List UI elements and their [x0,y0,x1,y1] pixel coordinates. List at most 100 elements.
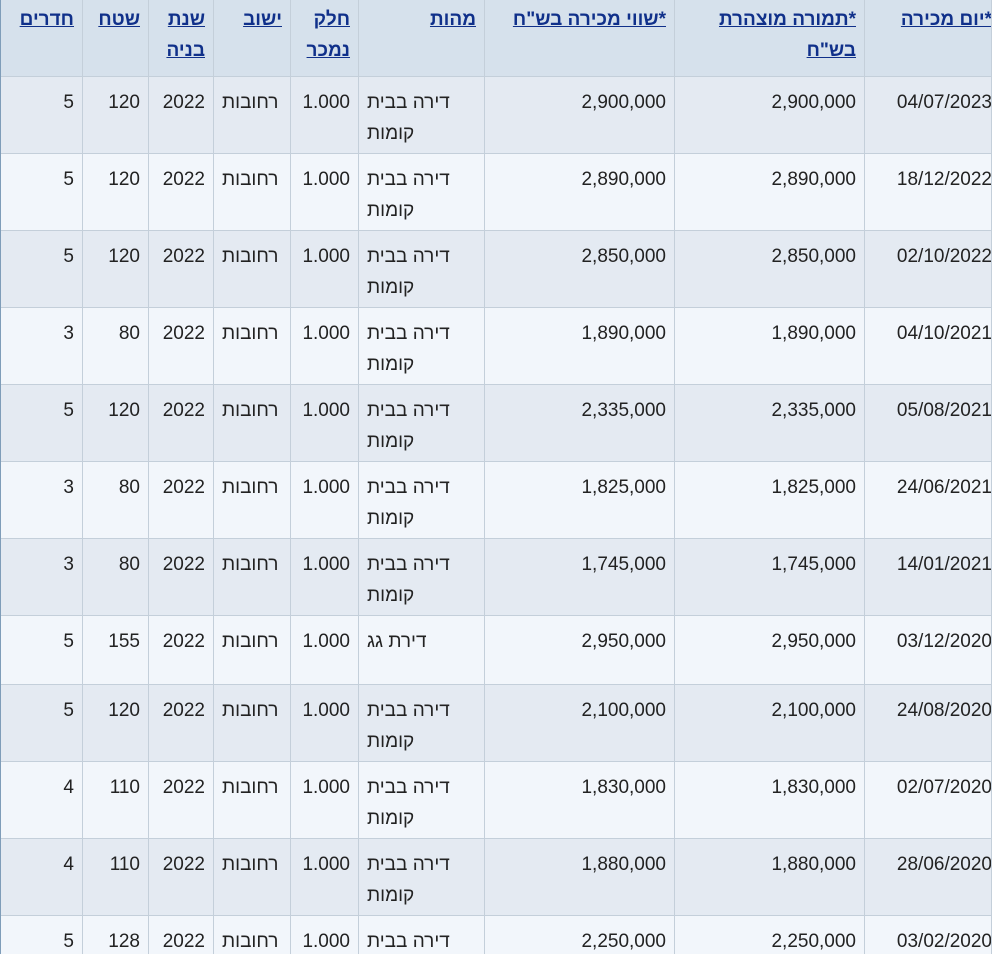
header-rooms[interactable]: חדרים [1,0,83,77]
table-row[interactable]: 18/12/2022 2,890,000 2,890,000 דירה בבית קו… [1,153,992,231]
build-year-cell: 2022 [148,461,214,539]
sale-value-cell: 2,335,000 [484,384,675,462]
property-type-cell: דירה בבית קומות [358,538,485,616]
header-part-sold[interactable]: חלק נמכר [290,0,359,77]
table-row[interactable]: 24/06/2021 1,825,000 1,825,000 דירה בבית קו… [1,461,992,539]
table-row[interactable]: 14/01/2021 1,745,000 1,745,000 דירה בבית קו… [1,538,992,616]
area-cell: 120 [82,153,149,231]
property-type-cell: דירה בבית קומות [358,153,485,231]
rooms-cell: 3 [1,461,83,539]
part-sold-cell: 1.000 [290,838,359,916]
part-sold-cell: 1.000 [290,615,359,685]
header-area[interactable]: שטח [82,0,149,77]
header-property-type[interactable]: מהות [358,0,485,77]
property-type-cell: דירה בבית קומות [358,461,485,539]
part-sold-cell: 1.000 [290,461,359,539]
table-row[interactable]: 04/07/2023 2,900,000 2,900,000 דירה בבית קו… [1,76,992,154]
table-row[interactable]: 28/06/2020 1,880,000 1,880,000 דירה בבית קו… [1,838,992,916]
rooms-cell: 5 [1,230,83,308]
table-row[interactable]: 02/07/2020 1,830,000 1,830,000 דירה בבית קו… [1,761,992,839]
build-year-cell: 2022 [148,230,214,308]
sale-date-cell: 05/08/2021 [864,384,992,462]
property-type-cell: דירה בבית קומות [358,761,485,839]
table-row[interactable]: 02/10/2022 2,850,000 2,850,000 דירה בבית קו… [1,230,992,308]
sale-value-cell: 1,890,000 [484,307,675,385]
declared-price-cell: 2,900,000 [674,76,865,154]
table-row[interactable]: 24/08/2020 2,100,000 2,100,000 דירה בבית קו… [1,684,992,762]
area-cell: 128 [82,915,149,954]
city-cell: רחובות [213,915,291,954]
build-year-cell: 2022 [148,684,214,762]
sale-value-cell: 1,745,000 [484,538,675,616]
declared-price-cell: 2,335,000 [674,384,865,462]
area-cell: 110 [82,761,149,839]
sale-date-cell: 02/10/2022 [864,230,992,308]
area-cell: 80 [82,538,149,616]
declared-price-cell: 1,745,000 [674,538,865,616]
sale-date-cell: 04/07/2023 [864,76,992,154]
build-year-cell: 2022 [148,915,214,954]
table-row[interactable]: 05/08/2021 2,335,000 2,335,000 דירה בבית קו… [1,384,992,462]
area-cell: 120 [82,76,149,154]
build-year-cell: 2022 [148,761,214,839]
city-cell: רחובות [213,307,291,385]
city-cell: רחובות [213,76,291,154]
property-type-cell: דירה בבית קומות [358,230,485,308]
table-row[interactable]: 03/12/2020 2,950,000 2,950,000 דירת גג 1.000… [1,615,992,685]
part-sold-cell: 1.000 [290,307,359,385]
city-cell: רחובות [213,153,291,231]
build-year-cell: 2022 [148,384,214,462]
area-cell: 155 [82,615,149,685]
build-year-cell: 2022 [148,153,214,231]
declared-price-cell: 2,250,000 [674,915,865,954]
sale-value-cell: 1,830,000 [484,761,675,839]
header-build-year[interactable]: שנת בניה [148,0,214,77]
header-sale-date[interactable]: *יום מכירה [864,0,992,77]
property-type-cell: דירה בבית קומות [358,307,485,385]
build-year-cell: 2022 [148,307,214,385]
declared-price-cell: 2,850,000 [674,230,865,308]
property-type-cell: דירה בבית קומות [358,76,485,154]
sale-value-cell: 1,825,000 [484,461,675,539]
area-cell: 80 [82,307,149,385]
city-cell: רחובות [213,384,291,462]
sale-date-cell: 03/12/2020 [864,615,992,685]
rooms-cell: 5 [1,384,83,462]
property-type-cell: דירה בבית קומות [358,384,485,462]
area-cell: 120 [82,230,149,308]
table-row[interactable]: 04/10/2021 1,890,000 1,890,000 דירה בבית קו… [1,307,992,385]
city-cell: רחובות [213,761,291,839]
rooms-cell: 4 [1,838,83,916]
part-sold-cell: 1.000 [290,384,359,462]
city-cell: רחובות [213,538,291,616]
sale-date-cell: 14/01/2021 [864,538,992,616]
declared-price-cell: 1,890,000 [674,307,865,385]
build-year-cell: 2022 [148,538,214,616]
rooms-cell: 4 [1,761,83,839]
real-estate-deals-table: *יום מכירה *תמורה מוצהרת בש"ח *שווי מכיר… [1,0,992,954]
deals-table-container: *יום מכירה *תמורה מוצהרת בש"ח *שווי מכיר… [0,0,992,954]
header-city[interactable]: ישוב [213,0,291,77]
rooms-cell: 3 [1,538,83,616]
part-sold-cell: 1.000 [290,153,359,231]
table-row[interactable]: 03/02/20202,250,0002,250,000דירה בבית קו… [1,915,992,954]
header-sale-value[interactable]: *שווי מכירה בש"ח [484,0,675,77]
declared-price-cell: 2,100,000 [674,684,865,762]
city-cell: רחובות [213,230,291,308]
sale-value-cell: 2,250,000 [484,915,675,954]
sale-value-cell: 1,880,000 [484,838,675,916]
sale-date-cell: 04/10/2021 [864,307,992,385]
build-year-cell: 2022 [148,615,214,685]
city-cell: רחובות [213,838,291,916]
declared-price-cell: 1,880,000 [674,838,865,916]
rooms-cell: 5 [1,615,83,685]
property-type-cell: דירה בבית קומות [358,915,485,954]
sale-date-cell: 03/02/2020 [864,915,992,954]
declared-price-cell: 1,830,000 [674,761,865,839]
build-year-cell: 2022 [148,838,214,916]
rooms-cell: 5 [1,153,83,231]
header-declared-price[interactable]: *תמורה מוצהרת בש"ח [674,0,865,77]
property-type-cell: דירה בבית קומות [358,684,485,762]
area-cell: 120 [82,384,149,462]
area-cell: 110 [82,838,149,916]
